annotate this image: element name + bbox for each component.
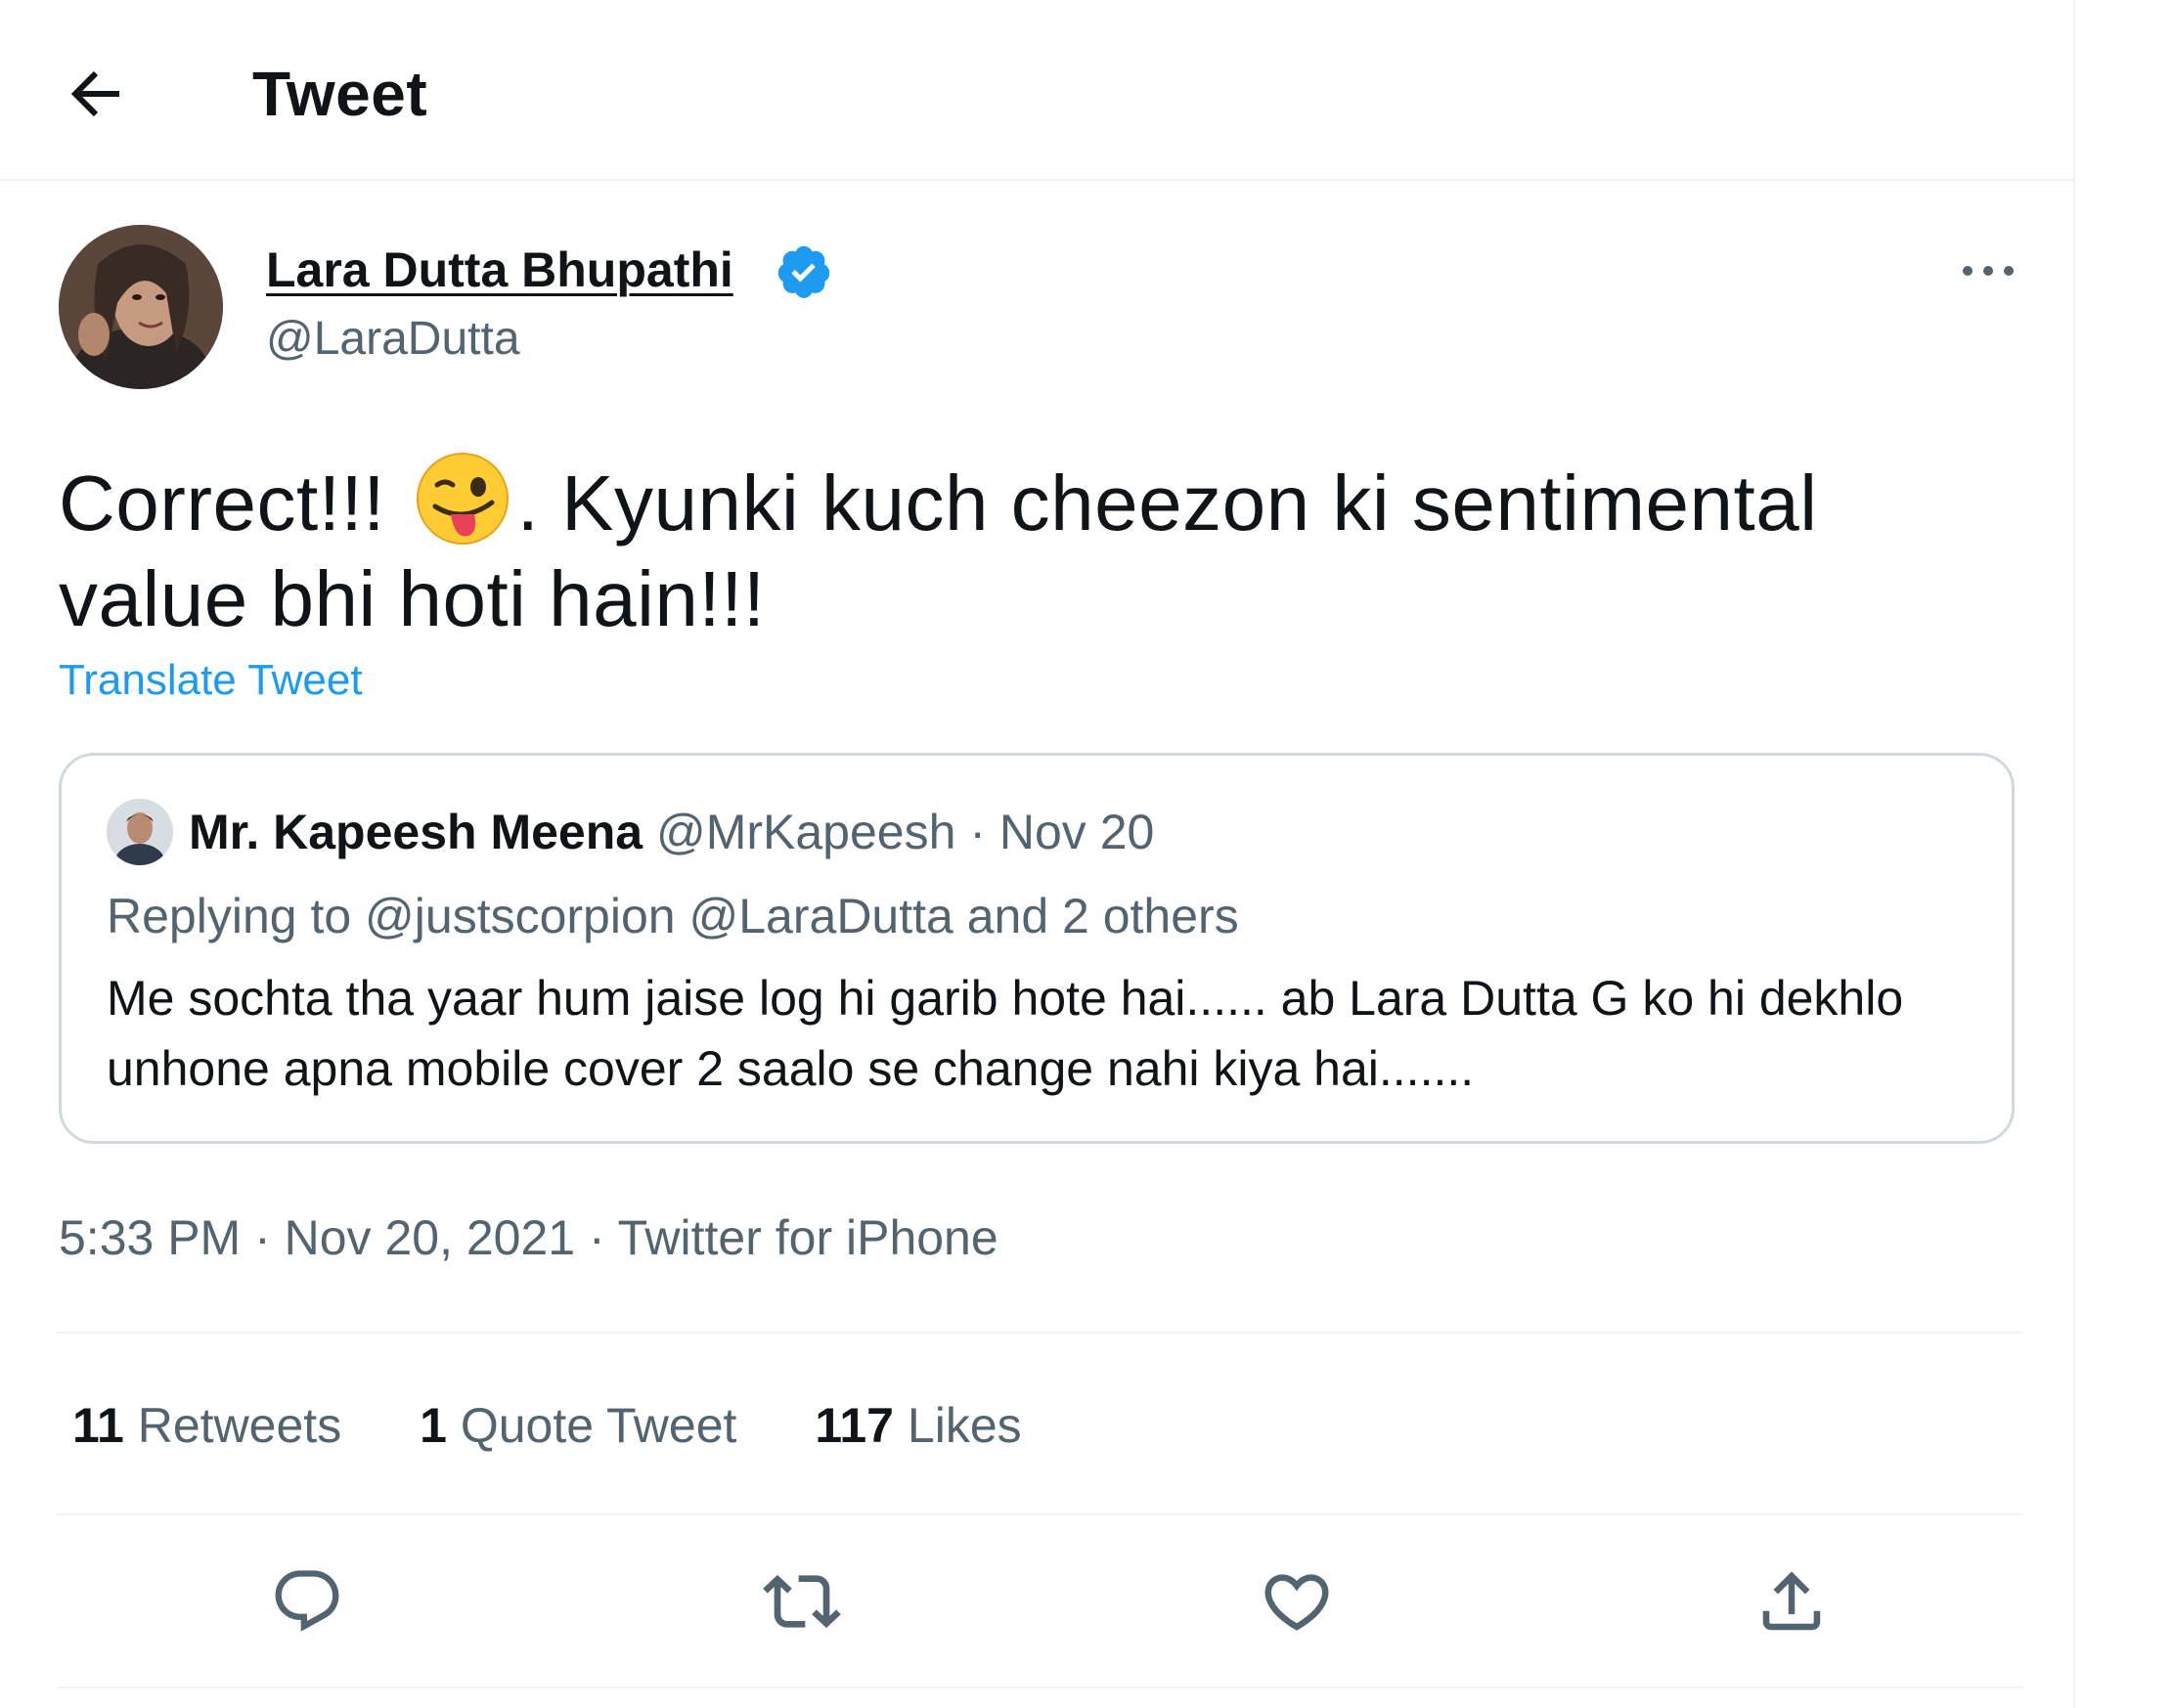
back-button[interactable]	[61, 59, 131, 129]
tweet-text-part-1: Correct!!!	[59, 460, 408, 547]
header-divider	[0, 179, 2075, 181]
author-avatar[interactable]	[59, 225, 223, 389]
avatar-photo	[107, 799, 173, 865]
translate-tweet-link[interactable]: Translate Tweet	[59, 655, 363, 706]
meta-separator: ·	[969, 805, 986, 859]
page-title: Tweet	[252, 59, 428, 129]
more-options-button[interactable]	[1954, 246, 2022, 295]
quoted-author-name[interactable]: Mr. Kapeesh Meena	[189, 805, 643, 859]
tweet-page: Tweet Lara Dutta Bhupathi @LaraDutta Cor…	[0, 0, 2075, 1708]
winking-face-with-tongue-emoji-icon	[414, 450, 511, 547]
retweet-button[interactable]	[753, 1553, 851, 1650]
quote-tweets-count: 1	[420, 1398, 447, 1453]
divider	[57, 1686, 2022, 1688]
tweet-stats: 11 Retweets 1 Quote Tweet 117 Likes	[72, 1396, 1086, 1455]
retweets-label: Retweets	[137, 1398, 342, 1453]
author-handle[interactable]: @LaraDutta	[266, 311, 520, 368]
quoted-author-avatar[interactable]	[107, 799, 173, 865]
retweets-count: 11	[72, 1398, 124, 1453]
quoted-tweet-header: Mr. Kapeesh Meena @MrKapeesh · Nov 20	[189, 803, 1154, 861]
quoted-tweet-text: Me sochta tha yaar hum jaise log hi gari…	[107, 971, 1904, 1096]
retweets-stat[interactable]: 11 Retweets	[72, 1396, 341, 1455]
verified-badge-icon	[775, 242, 833, 301]
quoted-tweet-date[interactable]: Nov 20	[999, 805, 1154, 859]
divider	[57, 1513, 2022, 1515]
likes-stat[interactable]: 117 Likes	[815, 1396, 1021, 1455]
tweet-actions-bar	[0, 1553, 2075, 1650]
divider	[57, 1332, 2022, 1334]
likes-label: Likes	[907, 1398, 1022, 1453]
retweet-icon	[763, 1574, 841, 1629]
likes-count: 117	[815, 1398, 894, 1453]
arrow-left-icon	[70, 70, 119, 117]
quote-tweets-stat[interactable]: 1 Quote Tweet	[420, 1396, 736, 1455]
replying-to-text: Replying to @justscorpion @LaraDutta and…	[107, 889, 1239, 943]
quote-tweets-label: Quote Tweet	[460, 1398, 737, 1453]
quoted-author-handle[interactable]: @MrKapeesh	[656, 805, 955, 859]
like-icon	[1264, 1574, 1329, 1631]
quoted-tweet-card[interactable]: Mr. Kapeesh Meena @MrKapeesh · Nov 20 Re…	[59, 753, 2015, 1144]
more-dots-icon	[1963, 266, 2014, 276]
reply-icon	[275, 1570, 339, 1632]
like-button[interactable]	[1248, 1553, 1346, 1650]
tweet-timestamp[interactable]: 5:33 PM · Nov 20, 2021 · Twitter for iPh…	[59, 1208, 998, 1267]
tweet-text: Correct!!! . Kyunki kuch cheezon ki sent…	[59, 450, 1966, 647]
share-button[interactable]	[1743, 1553, 1840, 1650]
reply-button[interactable]	[258, 1553, 356, 1650]
avatar-photo	[59, 225, 223, 389]
author-name[interactable]: Lara Dutta Bhupathi	[266, 241, 733, 299]
share-icon	[1762, 1571, 1821, 1631]
